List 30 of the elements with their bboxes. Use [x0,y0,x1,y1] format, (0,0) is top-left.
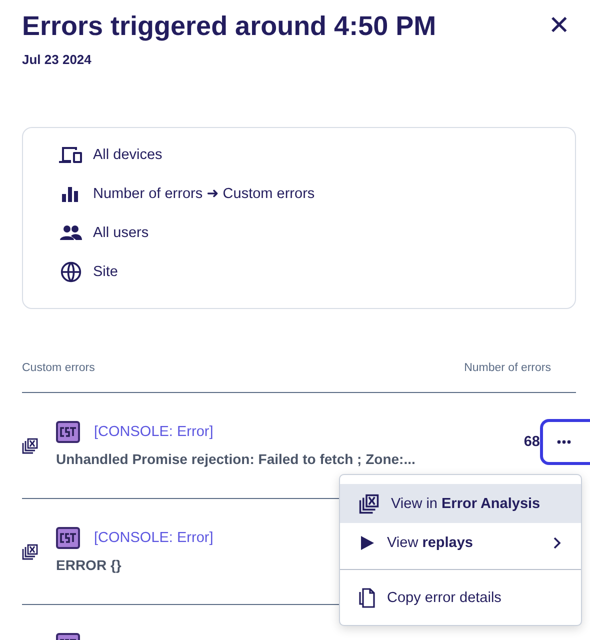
error-analysis-icon [359,494,379,514]
filter-label: All devices [93,147,162,163]
more-icon [556,440,570,444]
custom-error-icon [56,421,80,443]
error-type-link[interactable]: [CONSOLE: Error] [94,424,214,440]
column-header: Number of errors [464,362,551,376]
custom-error-icon [56,527,80,549]
chevron-right-icon [553,536,561,548]
more-button[interactable] [540,419,590,465]
copy-icon [359,588,375,608]
users-icon [59,224,83,242]
menu-item[interactable]: Copy error details [340,578,581,617]
column-header: Custom errors [22,362,95,376]
devices-icon [59,146,83,164]
error-type-link[interactable]: [CONSOLE: Error] [94,530,214,546]
play-icon [359,534,375,550]
globe-icon [59,261,83,283]
error-analysis-icon [22,438,38,454]
filter-label: All users [93,225,149,241]
filter-label: Number of errors ➜ Custom errors [93,186,315,202]
error-count: 68 [524,434,540,450]
date-text: Jul 23 2024 [22,52,92,67]
panel-title: Errors triggered around 4:50 PM [22,10,436,43]
error-message: Unhandled Promise rejection: Failed to fetch ; Zone:... [56,451,416,467]
close-button[interactable]: ✕ [548,10,570,42]
filter-label: Site [93,264,118,280]
error-analysis-icon [22,544,38,560]
menu-item[interactable]: View in Error Analysis [340,484,581,523]
menu-item[interactable]: View replays [340,523,581,562]
error-message: ERROR {} [56,557,122,573]
